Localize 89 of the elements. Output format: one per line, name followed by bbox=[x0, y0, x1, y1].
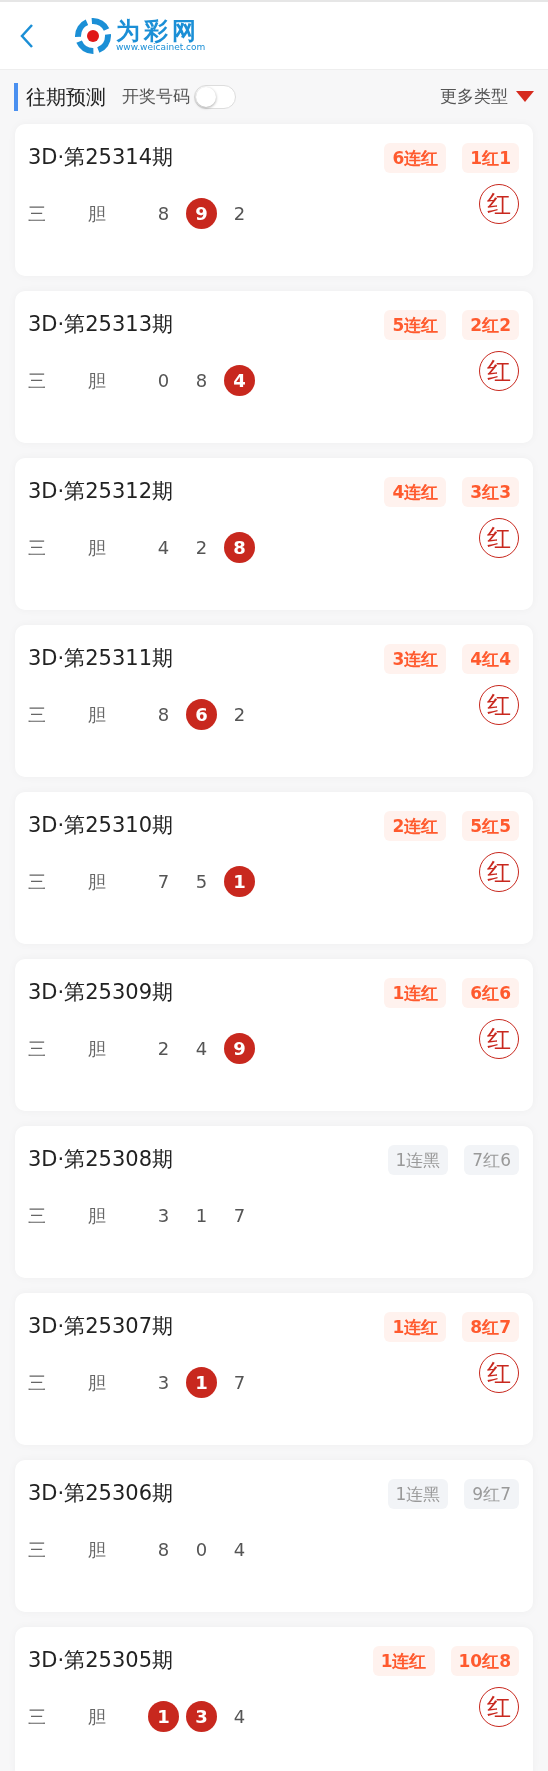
streak-tag: 1连红 bbox=[384, 1311, 447, 1342]
issue-title: 3D·第25313期 bbox=[28, 311, 173, 338]
streak-tag: 5红5 bbox=[462, 810, 519, 841]
hit-number-ball: 1 bbox=[224, 865, 255, 897]
row-label: 三 bbox=[28, 702, 47, 727]
number: 5 bbox=[194, 869, 209, 894]
row-label: 三 bbox=[28, 1370, 47, 1395]
streak-tag: 3连红 bbox=[384, 643, 447, 674]
row-label: 胆 bbox=[88, 1370, 107, 1395]
issue-title: 3D·第25311期 bbox=[28, 645, 173, 672]
row-label: 三 bbox=[28, 1036, 47, 1061]
issue-title: 3D·第25306期 bbox=[28, 1480, 173, 1507]
issue-title: 3D·第25305期 bbox=[28, 1647, 173, 1674]
number: 7 bbox=[156, 869, 171, 894]
issue-title: 3D·第25310期 bbox=[28, 812, 173, 839]
hit-number-ball: 1 bbox=[148, 1700, 179, 1732]
streak-tag: 1连红 bbox=[384, 977, 447, 1008]
streak-tag: 9红7 bbox=[464, 1478, 519, 1509]
number: 2 bbox=[194, 535, 209, 560]
streak-tag: 2连红 bbox=[384, 810, 447, 841]
number: 7 bbox=[232, 1370, 247, 1395]
number: 4 bbox=[156, 535, 171, 560]
dropdown-icon[interactable] bbox=[516, 91, 534, 103]
streak-tag: 1红1 bbox=[462, 142, 519, 173]
streak-tag: 1连红 bbox=[372, 1645, 435, 1676]
logo-icon bbox=[74, 17, 112, 54]
number: 7 bbox=[232, 1203, 247, 1228]
row-label: 胆 bbox=[88, 368, 107, 393]
row-label: 三 bbox=[28, 1704, 47, 1729]
number: 8 bbox=[156, 702, 171, 727]
row-label: 胆 bbox=[88, 1203, 107, 1228]
row-label: 三 bbox=[28, 1537, 47, 1562]
toggle-label: 开奖号码 bbox=[122, 85, 190, 109]
hit-number-ball: 9 bbox=[224, 1032, 255, 1064]
streak-tag: 2红2 bbox=[462, 309, 519, 340]
hit-number-ball: 8 bbox=[224, 531, 255, 563]
number: 2 bbox=[156, 1036, 171, 1061]
streak-tag: 7红6 bbox=[464, 1144, 519, 1175]
issue-title: 3D·第25314期 bbox=[28, 144, 173, 171]
section-title: 往期预测 bbox=[26, 84, 106, 111]
number: 8 bbox=[156, 201, 171, 226]
number: 2 bbox=[232, 702, 247, 727]
number: 0 bbox=[194, 1537, 209, 1562]
row-label: 胆 bbox=[88, 869, 107, 894]
row-label: 三 bbox=[28, 869, 47, 894]
streak-tag: 4连红 bbox=[384, 476, 447, 507]
streak-tag: 3红3 bbox=[462, 476, 519, 507]
row-label: 胆 bbox=[88, 702, 107, 727]
streak-tag: 6红6 bbox=[462, 977, 519, 1008]
logo-url: www.weicainet.com bbox=[116, 43, 206, 52]
number: 0 bbox=[156, 368, 171, 393]
streak-tag: 5连红 bbox=[384, 309, 447, 340]
logo-name: 为彩网 bbox=[116, 19, 200, 43]
streak-tag: 1连黑 bbox=[387, 1478, 449, 1509]
row-label: 胆 bbox=[88, 535, 107, 560]
hit-number-ball: 4 bbox=[224, 364, 255, 396]
number: 3 bbox=[156, 1370, 171, 1395]
number: 8 bbox=[194, 368, 209, 393]
streak-tag: 6连红 bbox=[384, 142, 447, 173]
row-label: 三 bbox=[28, 201, 47, 226]
hit-number-ball: 1 bbox=[186, 1366, 217, 1398]
number: 3 bbox=[156, 1203, 171, 1228]
row-label: 胆 bbox=[88, 1704, 107, 1729]
more-types-link[interactable]: 更多类型 bbox=[440, 84, 508, 110]
row-label: 胆 bbox=[88, 1036, 107, 1061]
hit-number-ball: 6 bbox=[186, 698, 217, 730]
number: 1 bbox=[194, 1203, 209, 1228]
number: 2 bbox=[232, 201, 247, 226]
streak-tag: 10红8 bbox=[450, 1645, 519, 1676]
number: 4 bbox=[232, 1537, 247, 1562]
streak-tag: 8红7 bbox=[462, 1311, 519, 1342]
back-icon[interactable] bbox=[20, 22, 34, 49]
issue-title: 3D·第25307期 bbox=[28, 1313, 173, 1340]
row-label: 胆 bbox=[88, 201, 107, 226]
streak-tag: 4红4 bbox=[462, 643, 519, 674]
toggle-switch[interactable] bbox=[194, 85, 236, 109]
hit-number-ball: 9 bbox=[186, 197, 217, 229]
number: 4 bbox=[194, 1036, 209, 1061]
number: 4 bbox=[232, 1704, 247, 1729]
row-label: 三 bbox=[28, 368, 47, 393]
issue-title: 3D·第25309期 bbox=[28, 979, 173, 1006]
number: 8 bbox=[156, 1537, 171, 1562]
row-label: 三 bbox=[28, 1203, 47, 1228]
issue-title: 3D·第25308期 bbox=[28, 1146, 173, 1173]
hit-number-ball: 3 bbox=[186, 1700, 217, 1732]
row-label: 胆 bbox=[88, 1537, 107, 1562]
row-label: 三 bbox=[28, 535, 47, 560]
issue-title: 3D·第25312期 bbox=[28, 478, 173, 505]
streak-tag: 1连黑 bbox=[387, 1144, 449, 1175]
